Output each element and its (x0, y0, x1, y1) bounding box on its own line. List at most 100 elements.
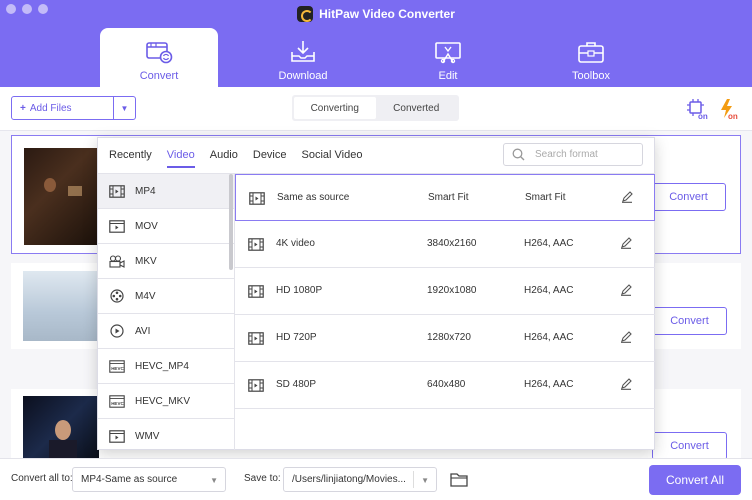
format-item-hevc-mp4[interactable]: HEVC HEVC_MP4 (98, 349, 234, 384)
add-files-label: Add Files (29, 102, 72, 114)
format-item-mkv[interactable]: MKV (98, 244, 234, 279)
convert-all-to-label: Convert all to: (11, 473, 73, 484)
save-to-label: Save to: (244, 473, 281, 484)
format-label: MP4 (135, 185, 156, 197)
edit-pencil-icon[interactable] (620, 284, 634, 298)
tab-social-video[interactable]: Social Video (302, 138, 363, 173)
tab-device[interactable]: Device (253, 138, 287, 173)
tab-audio[interactable]: Audio (210, 138, 238, 173)
edit-pencil-icon[interactable] (620, 378, 634, 392)
convert-icon (146, 42, 173, 64)
search-icon (512, 148, 525, 161)
nav-edit-label: Edit (438, 70, 458, 82)
codec-value: H264, AAC (524, 379, 574, 390)
format-item-avi[interactable]: AVI (98, 314, 234, 349)
nav-toolbox[interactable]: Toolbox (532, 28, 650, 87)
app-title: HitPaw Video Converter (0, 6, 752, 22)
format-label: AVI (135, 325, 151, 337)
nav-convert[interactable]: Convert (100, 28, 218, 87)
nav-download-label: Download (278, 70, 328, 82)
format-label: M4V (135, 290, 156, 302)
nav-edit[interactable]: Edit (389, 28, 507, 87)
play-circle-icon (109, 324, 125, 338)
convert-all-to-select[interactable]: MP4-Same as source ▼ (72, 467, 226, 492)
format-label: HEVC_MKV (135, 395, 191, 407)
codec-value: H264, AAC (524, 238, 574, 249)
film-icon (249, 192, 265, 206)
hevc-icon: HEVC (109, 359, 125, 373)
format-item-m4v[interactable]: M4V (98, 279, 234, 314)
bottom-bar: Convert all to: MP4-Same as source ▼ Sav… (0, 458, 752, 500)
resolution-value: 1280x720 (427, 332, 471, 343)
convert-all-button[interactable]: Convert All (649, 465, 741, 495)
save-to-value: /Users/linjiatong/Movies... (292, 474, 406, 485)
chevron-down-icon: ▼ (421, 476, 429, 485)
format-item-hevc-mkv[interactable]: HEVC HEVC_MKV (98, 384, 234, 419)
svg-text:HEVC: HEVC (111, 366, 124, 371)
resolution-name: SD 480P (276, 379, 317, 390)
edit-icon (435, 42, 461, 64)
svg-text:HEVC: HEVC (111, 401, 124, 406)
resolution-row[interactable]: HD 720P 1280x720 H264, AAC (235, 315, 655, 362)
app-logo-icon (297, 6, 314, 22)
nav-toolbox-label: Toolbox (572, 70, 610, 82)
output-format-popup: Recently Video Audio Device Social Video… (97, 137, 655, 450)
format-item-mov[interactable]: MOV (98, 209, 234, 244)
convert-button[interactable]: Convert (652, 432, 727, 460)
resolution-value: Smart Fit (428, 192, 469, 203)
hardware-acceleration-icon[interactable]: on (686, 98, 708, 120)
save-to-select[interactable]: /Users/linjiatong/Movies... ▼ (283, 467, 437, 492)
tab-converting[interactable]: Converting (294, 97, 376, 119)
add-files-main[interactable]: + Add Files (12, 103, 113, 114)
svg-text:on: on (698, 112, 708, 120)
edit-pencil-icon[interactable] (620, 331, 634, 345)
resolution-value: 3840x2160 (427, 238, 477, 249)
folder-icon[interactable] (450, 471, 468, 487)
tab-converted[interactable]: Converted (376, 97, 458, 119)
resolution-value: 1920x1080 (427, 285, 477, 296)
add-files-button[interactable]: + Add Files ▼ (11, 96, 136, 120)
resolution-row[interactable]: SD 480P 640x480 H264, AAC (235, 362, 655, 409)
resolution-name: HD 720P (276, 332, 317, 343)
format-list-scrollbar[interactable] (229, 174, 233, 270)
chevron-down-icon: ▼ (210, 476, 218, 485)
tab-recently[interactable]: Recently (109, 138, 152, 173)
nav-convert-label: Convert (139, 70, 179, 82)
format-search-input[interactable] (535, 149, 635, 160)
codec-value: H264, AAC (524, 332, 574, 343)
format-label: MKV (135, 255, 157, 267)
add-files-dropdown[interactable]: ▼ (113, 97, 135, 119)
format-label: WMV (135, 430, 160, 442)
hevc-icon: HEVC (109, 394, 125, 408)
convert-button[interactable]: Convert (651, 183, 726, 211)
resolution-name: Same as source (277, 192, 350, 203)
format-label: MOV (135, 220, 158, 232)
film-icon (248, 379, 264, 393)
film-icon (248, 238, 264, 252)
toolbar: + Add Files ▼ Converting Converted on on (0, 87, 752, 130)
film-icon (109, 184, 125, 198)
svg-text:on: on (728, 112, 738, 120)
format-label: HEVC_MP4 (135, 360, 189, 372)
format-item-wmv[interactable]: WMV (98, 419, 234, 450)
resolution-name: 4K video (276, 238, 315, 249)
resolution-row[interactable]: 4K video 3840x2160 H264, AAC (235, 221, 655, 268)
codec-value: H264, AAC (524, 285, 574, 296)
film-play-icon (109, 219, 125, 233)
divider (413, 471, 414, 488)
edit-pencil-icon[interactable] (621, 191, 635, 205)
film-icon (248, 332, 264, 346)
format-search (503, 143, 643, 166)
resolution-row[interactable]: Same as source Smart Fit Smart Fit (235, 174, 655, 221)
flash-on-icon[interactable]: on (718, 98, 740, 120)
resolution-value: 640x480 (427, 379, 466, 390)
nav-download[interactable]: Download (244, 28, 362, 87)
plus-icon: + (20, 102, 26, 114)
resolution-row[interactable]: HD 1080P 1920x1080 H264, AAC (235, 268, 655, 315)
format-item-mp4[interactable]: MP4 (98, 174, 234, 209)
convert-button[interactable]: Convert (652, 307, 727, 335)
tab-video[interactable]: Video (166, 138, 195, 173)
video-thumbnail (24, 148, 100, 245)
edit-pencil-icon[interactable] (620, 237, 634, 251)
film-icon (248, 285, 264, 299)
